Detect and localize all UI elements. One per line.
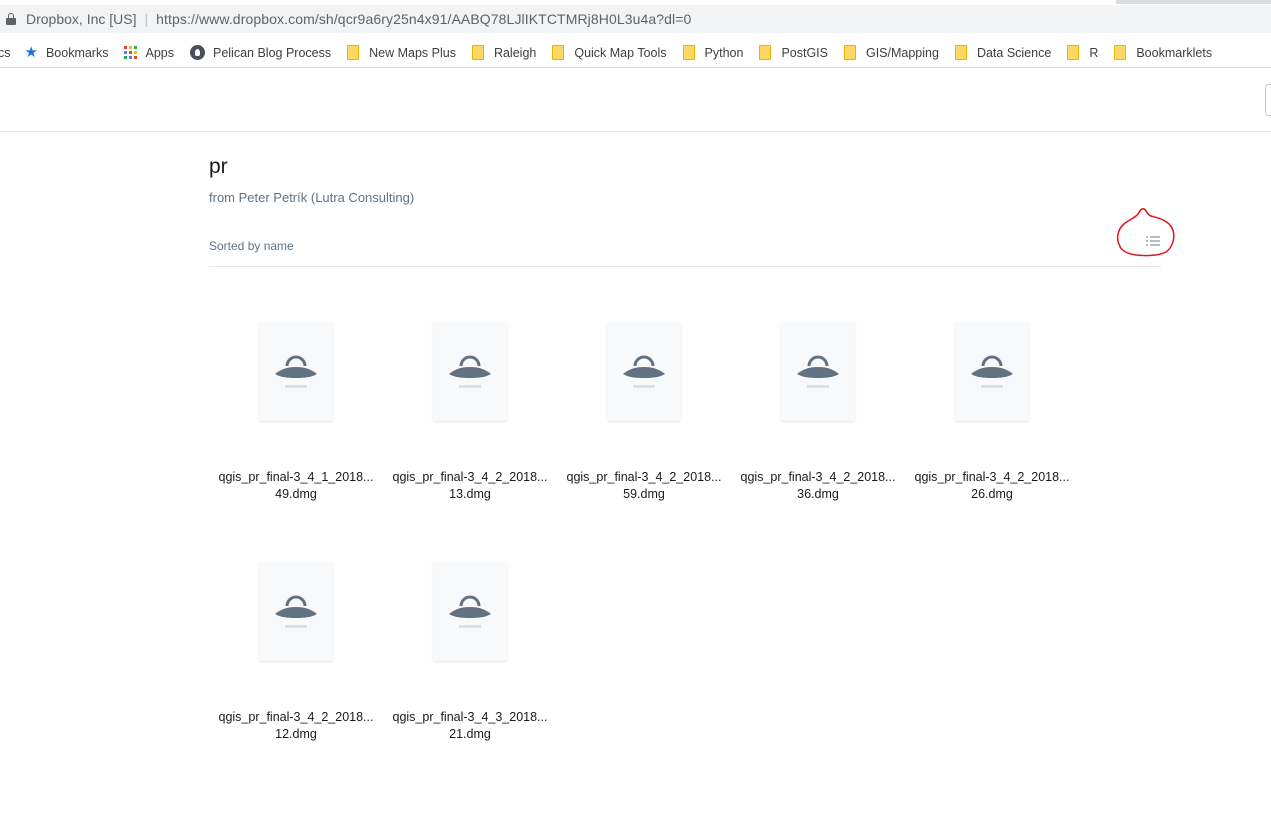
bookmark-folder-gis-mapping[interactable]: GIS/Mapping — [843, 45, 939, 60]
bookmark-folder-quick-map-tools[interactable]: Quick Map Tools — [552, 45, 667, 60]
bookmark-folder-raleigh[interactable]: Raleigh — [471, 45, 537, 60]
file-name-line1: qgis_pr_final-3_4_2_2018... — [392, 470, 548, 484]
bookmark-pelican-blog-process[interactable]: Pelican Blog Process — [189, 45, 332, 60]
folder-icon — [1067, 45, 1080, 60]
bookmark-folder-new-maps-plus[interactable]: New Maps Plus — [347, 45, 456, 60]
file-name: qgis_pr_final-3_4_2_2018... 36.dmg — [731, 469, 905, 503]
package-icon — [623, 355, 665, 388]
bookmark-label: Apps — [145, 45, 174, 60]
bookmark-folder-bookmarklets[interactable]: Bookmarklets — [1114, 45, 1212, 60]
file-thumbnail — [607, 321, 681, 421]
pelican-icon — [189, 45, 205, 60]
file-name: qgis_pr_final-3_4_2_2018... 59.dmg — [557, 469, 731, 503]
file-tile[interactable]: qgis_pr_final-3_4_1_2018... 49.dmg — [209, 321, 383, 521]
url-separator: | — [144, 11, 149, 27]
folder-icon — [843, 45, 856, 60]
folder-icon — [552, 45, 565, 60]
file-thumbnail — [433, 561, 507, 661]
folder-icon — [471, 45, 484, 60]
folder-icon — [1114, 45, 1127, 60]
file-name-line1: qgis_pr_final-3_4_2_2018... — [218, 710, 374, 724]
file-name-line2: 12.dmg — [275, 727, 317, 741]
file-name: qgis_pr_final-3_4_1_2018... 49.dmg — [209, 469, 383, 503]
package-icon — [971, 355, 1013, 388]
file-name-line2: 49.dmg — [275, 487, 317, 501]
bookmark-label: Python — [704, 45, 744, 60]
omnibox[interactable]: Dropbox, Inc [US] | https://www.dropbox.… — [0, 5, 1271, 33]
folder-owner: from Peter Petrík (Lutra Consulting) — [209, 190, 415, 205]
bookmark-label: GIS/Mapping — [865, 45, 939, 60]
bookmark-bookmarks[interactable]: ★ Bookmarks — [25, 45, 109, 60]
bookmark-folder-r[interactable]: R — [1067, 45, 1098, 60]
file-thumbnail — [259, 561, 333, 661]
file-tile[interactable]: qgis_pr_final-3_4_2_2018... 36.dmg — [731, 321, 905, 521]
file-tile[interactable]: qgis_pr_final-3_4_3_2018... 21.dmg — [383, 561, 557, 761]
list-view-toggle-button[interactable] — [1139, 230, 1165, 254]
bookmark-folder-postgis[interactable]: PostGIS — [759, 45, 828, 60]
file-thumbnail — [781, 321, 855, 421]
file-tile[interactable]: qgis_pr_final-3_4_2_2018... 13.dmg — [383, 321, 557, 521]
folder-icon — [682, 45, 695, 60]
file-name-line2: 26.dmg — [971, 487, 1013, 501]
divider — [209, 266, 1161, 267]
folder-title: pr — [209, 155, 228, 178]
package-icon — [449, 355, 491, 388]
browser-address-bar: Dropbox, Inc [US] | https://www.dropbox.… — [0, 0, 1271, 38]
header-button[interactable] — [1265, 84, 1271, 116]
file-name-line2: 36.dmg — [797, 487, 839, 501]
file-name-line2: 59.dmg — [623, 487, 665, 501]
bookmark-label: PostGIS — [781, 45, 828, 60]
file-tile[interactable]: qgis_pr_final-3_4_2_2018... 59.dmg — [557, 321, 731, 521]
folder-icon — [954, 45, 967, 60]
dropbox-header — [0, 69, 1271, 132]
package-icon — [275, 355, 317, 388]
file-name-line1: qgis_pr_final-3_4_2_2018... — [914, 470, 1070, 484]
bookmark-label: New Maps Plus — [369, 45, 456, 60]
bookmark-folder-data-science[interactable]: Data Science — [954, 45, 1052, 60]
lock-icon[interactable] — [6, 13, 16, 25]
file-name: qgis_pr_final-3_4_3_2018... 21.dmg — [383, 709, 557, 743]
star-icon: ★ — [24, 44, 38, 61]
file-name-line1: qgis_pr_final-3_4_1_2018... — [218, 470, 374, 484]
file-thumbnail — [259, 321, 333, 421]
package-icon — [797, 355, 839, 388]
bookmark-label: Raleigh — [493, 45, 537, 60]
site-identity[interactable]: Dropbox, Inc [US] — [26, 11, 137, 27]
file-name-line1: qgis_pr_final-3_4_3_2018... — [392, 710, 548, 724]
bookmark-label: Quick Map Tools — [574, 45, 667, 60]
bookmark-apps[interactable]: Apps — [124, 46, 174, 60]
file-tile[interactable]: qgis_pr_final-3_4_2_2018... 26.dmg — [905, 321, 1079, 521]
bookmark-label: R — [1089, 45, 1099, 60]
bookmark-label: Bookmarks — [45, 45, 109, 60]
file-tile[interactable]: qgis_pr_final-3_4_2_2018... 12.dmg — [209, 561, 383, 761]
file-name: qgis_pr_final-3_4_2_2018... 13.dmg — [383, 469, 557, 503]
file-name-line1: qgis_pr_final-3_4_2_2018... — [740, 470, 896, 484]
tab-strip-edge — [1116, 0, 1271, 4]
folder-icon — [759, 45, 772, 60]
apps-grid-icon — [124, 46, 138, 59]
bookmark-folder-python[interactable]: Python — [682, 45, 744, 60]
package-icon — [275, 595, 317, 628]
sort-label[interactable]: Sorted by name — [209, 239, 294, 253]
file-thumbnail — [955, 321, 1029, 421]
bookmarks-bar: cs ★ Bookmarks Apps Pelican Blog Process… — [0, 38, 1271, 68]
file-name: qgis_pr_final-3_4_2_2018... 12.dmg — [209, 709, 383, 743]
folder-icon — [347, 45, 360, 60]
bookmark-label: Bookmarklets — [1136, 45, 1213, 60]
file-name-line2: 13.dmg — [449, 487, 491, 501]
file-thumbnail — [433, 321, 507, 421]
file-name-line2: 21.dmg — [449, 727, 491, 741]
file-name: qgis_pr_final-3_4_2_2018... 26.dmg — [905, 469, 1079, 503]
package-icon — [449, 595, 491, 628]
url-text[interactable]: https://www.dropbox.com/sh/qcr9a6ry25n4x… — [156, 11, 691, 27]
file-name-line1: qgis_pr_final-3_4_2_2018... — [566, 470, 722, 484]
bookmark-label: Data Science — [976, 45, 1052, 60]
bookmark-clipped[interactable]: cs — [0, 46, 11, 60]
list-view-icon — [1146, 236, 1160, 248]
bookmark-label: Pelican Blog Process — [212, 45, 332, 60]
